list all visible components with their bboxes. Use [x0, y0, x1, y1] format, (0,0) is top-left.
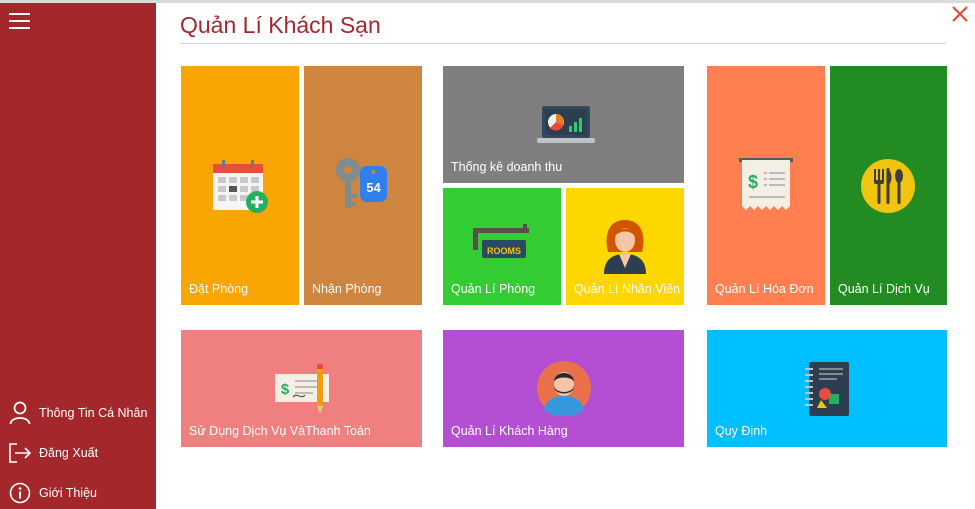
laptop-chart-icon	[537, 106, 595, 143]
title-divider	[180, 43, 946, 44]
rooms-sign-icon: ROOMS	[473, 224, 529, 258]
svg-text:$: $	[281, 381, 290, 398]
tile-nhan-phong[interactable]: 54 Nhận Phòng	[304, 66, 422, 305]
menu-icon[interactable]	[9, 13, 30, 29]
tile-label: Quản Lí Dịch Vụ	[838, 282, 930, 296]
cheque-pen-icon: $	[275, 364, 329, 414]
notebook-icon	[805, 362, 849, 416]
receipt-icon: $	[739, 158, 793, 210]
employee-icon	[604, 220, 646, 274]
tile-label: Nhận Phòng	[312, 282, 382, 296]
tile-label: Quản Lí Hóa Đơn	[715, 282, 814, 296]
info-icon	[8, 481, 32, 505]
sidebar-item-logout[interactable]: Đăng Xuất	[8, 438, 153, 468]
calendar-add-icon	[213, 160, 268, 213]
tile-quan-li-khach-hang[interactable]: Quản Lí Khách Hàng	[443, 330, 684, 447]
logout-icon	[8, 441, 32, 465]
sidebar: Thông Tin Cá Nhân Đăng Xuất Giới Thiệu	[0, 3, 156, 509]
user-icon	[8, 401, 32, 425]
svg-text:54: 54	[366, 180, 381, 195]
sidebar-item-label: Giới Thiệu	[39, 486, 97, 500]
tile-label: Quản Lí Phòng	[451, 282, 536, 296]
tile-label: Quản Lí Khách Hàng	[451, 424, 568, 438]
tile-label: Quy Định	[715, 424, 768, 438]
tile-su-dung-dich-vu[interactable]: $ Sử Dụng Dịch Vụ VàThanh Toán	[181, 330, 422, 447]
svg-text:ROOMS: ROOMS	[487, 246, 521, 256]
close-button[interactable]	[951, 5, 969, 23]
tile-quan-li-dich-vu[interactable]: Quản Lí Dịch Vụ	[830, 66, 947, 305]
tile-quan-li-nhan-vien[interactable]: Quản Lí Nhân Viên	[566, 188, 684, 305]
sidebar-item-label: Đăng Xuất	[39, 446, 99, 460]
tile-quan-li-hoa-don[interactable]: $ Quản Lí Hóa Đơn	[707, 66, 825, 305]
sidebar-item-profile[interactable]: Thông Tin Cá Nhân	[8, 398, 153, 428]
tile-quy-dinh[interactable]: Quy Định	[707, 330, 947, 447]
tile-label: Thống kê doanh thu	[451, 160, 563, 174]
sidebar-item-label: Thông Tin Cá Nhân	[39, 406, 148, 420]
close-icon	[952, 6, 968, 22]
tile-thong-ke[interactable]: Thống kê doanh thu	[443, 66, 684, 183]
customer-avatar-icon	[537, 361, 591, 416]
sidebar-item-about[interactable]: Giới Thiệu	[8, 478, 153, 508]
room-key-icon: 54	[336, 158, 387, 208]
tile-label: Đặt Phòng	[189, 282, 249, 296]
tile-label: Sử Dụng Dịch Vụ VàThanh Toán	[189, 424, 371, 438]
page-title: Quản Lí Khách Sạn	[180, 12, 381, 38]
tile-label: Quản Lí Nhân Viên	[574, 282, 681, 296]
cutlery-icon	[861, 159, 915, 213]
svg-text:$: $	[748, 172, 758, 192]
tile-quan-li-phong[interactable]: ROOMS Quản Lí Phòng	[443, 188, 561, 305]
tile-dat-phong[interactable]: Đặt Phòng	[181, 66, 299, 305]
